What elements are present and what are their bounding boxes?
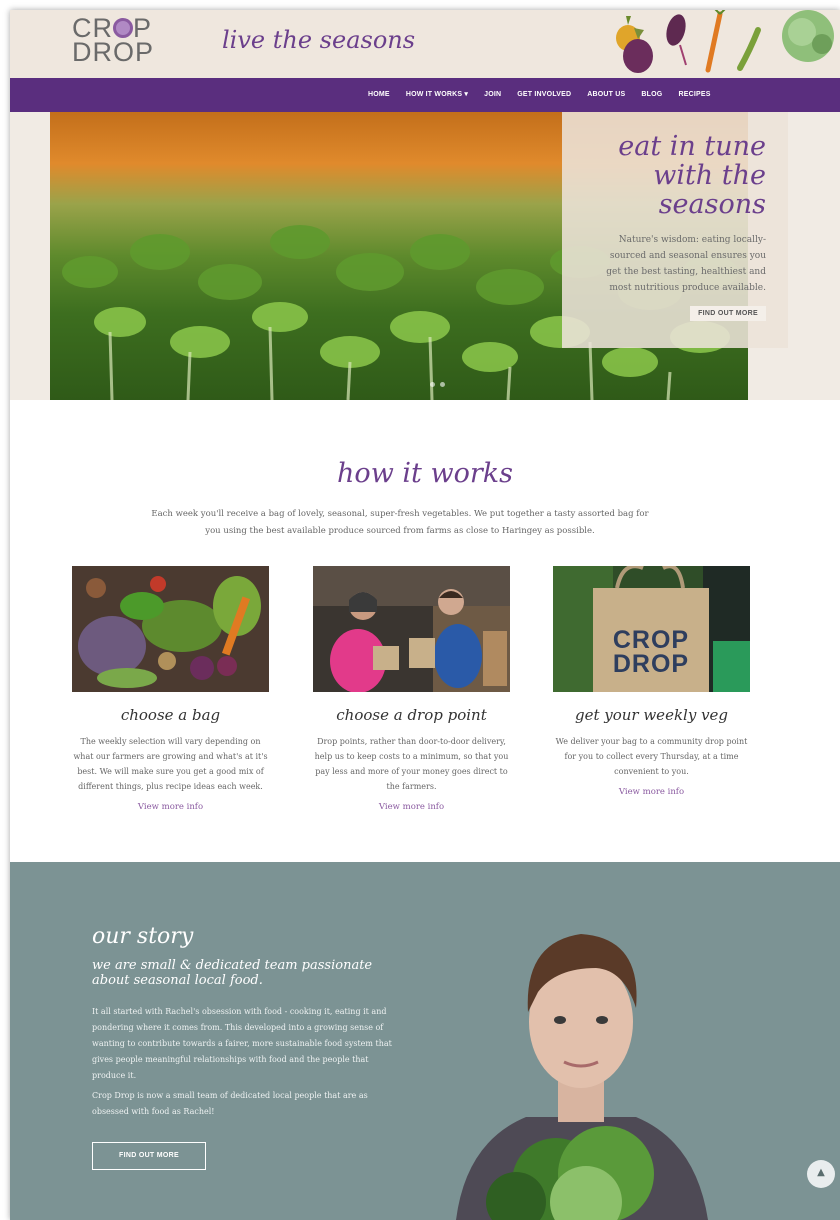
nav-home[interactable]: HOME [360,78,398,112]
crop-drop-bag-photo: CROP DROP [553,566,750,692]
chevron-up-icon: ▲ [817,1167,825,1178]
how-it-works-intro: Each week you'll receive a bag of lovely… [151,509,649,536]
main-nav: HOME HOW IT WORKS ▾ JOIN GET INVOLVED AB… [10,78,840,112]
step-title: choose a bag [120,706,221,724]
step-title: get your weekly veg [574,706,729,724]
step-text: The weekly selection will vary depending… [73,737,268,791]
site-header: CR P DROP live the seasons [10,10,840,78]
rachel-portrait-photo [456,934,708,1220]
step-text: We deliver your bag to a community drop … [555,737,748,776]
drop-point-photo [313,566,510,692]
bag-logo-line2: DROP [612,650,690,678]
logo-o-icon [113,18,133,38]
step-choose-drop-point: choose a drop point Drop points, rather … [313,566,510,812]
step-title: choose a drop point [336,706,487,724]
step-get-weekly-veg: CROP DROP get your weekly veg We deliver… [553,566,750,797]
hero-text: Nature's wisdom: eating locally-sourced … [606,235,766,293]
step-choose-bag: choose a bag The weekly selection will v… [72,566,269,812]
view-more-info-link[interactable]: View more info [313,802,510,812]
nav-about-us[interactable]: ABOUT US [579,78,633,112]
tagline: live the seasons [222,26,416,54]
hero-find-out-more-button[interactable]: FIND OUT MORE [690,306,766,321]
bag-logo-line1: CROP [612,626,690,654]
nav-how-it-works[interactable]: HOW IT WORKS ▾ [398,78,476,112]
how-it-works-title: how it works [337,458,513,489]
story-paragraph-2: Crop Drop is now a small team of dedicat… [92,1091,368,1116]
hero-section: eat in tune with the seasons Nature's wi… [10,112,840,400]
step-text: Drop points, rather than door-to-door de… [314,737,509,791]
view-more-info-link[interactable]: View more info [553,787,750,797]
view-more-info-link[interactable]: View more info [72,802,269,812]
hero-title: eat in tune with the seasons [618,131,766,220]
vegetables-illustration [616,10,834,73]
nav-recipes[interactable]: RECIPES [670,78,718,112]
nav-join[interactable]: JOIN [476,78,509,112]
scroll-to-top-button[interactable]: ▲ [807,1160,835,1188]
story-title: our story [92,924,194,949]
veg-bag-photo [72,566,269,692]
nav-get-involved[interactable]: GET INVOLVED [509,78,579,112]
hero-caption-card: eat in tune with the seasons Nature's wi… [562,112,788,348]
nav-blog[interactable]: BLOG [633,78,670,112]
story-subtitle: we are small & dedicated team passionate… [92,958,373,988]
story-paragraph-1: It all started with Rachel's obsession w… [92,1007,392,1080]
story-find-out-more-button[interactable]: FIND OUT MORE [92,1142,206,1170]
crop-drop-logo[interactable]: CR P DROP [72,15,162,66]
page-frame: CR P DROP live the seasons HOME HOW IT WO… [10,10,840,1220]
slider-dots[interactable] [430,382,445,387]
our-story-section: our story we are small & dedicated team … [10,862,840,1220]
